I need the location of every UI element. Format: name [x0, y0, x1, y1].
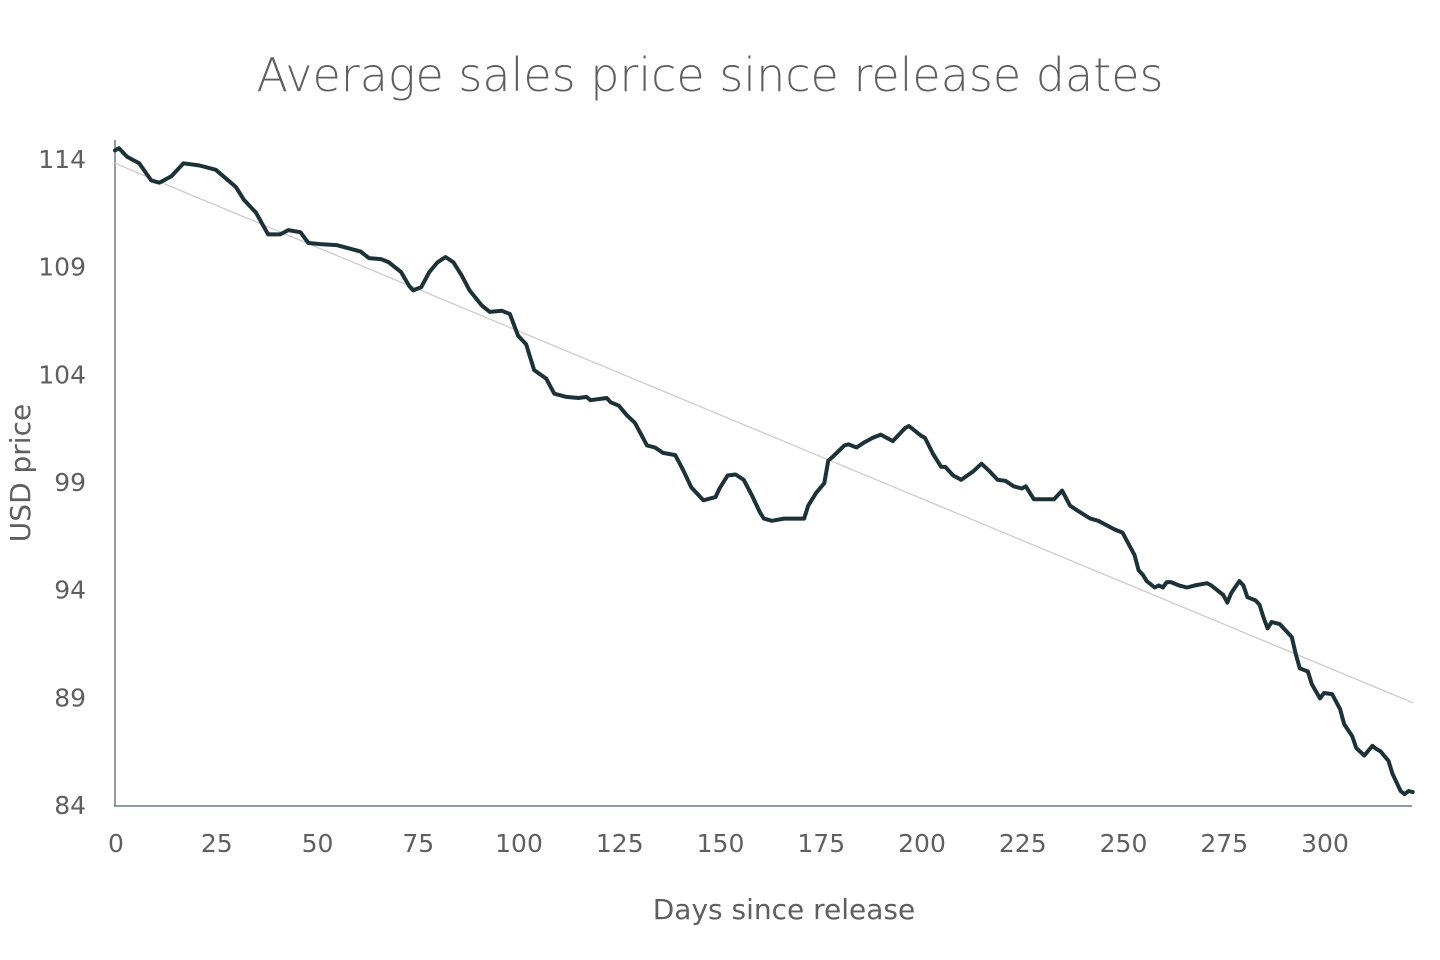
x-tick-label: 250	[1100, 829, 1148, 858]
x-tick-label: 50	[302, 829, 334, 858]
x-axis-ticks: 0 25 50 75 100 125 150 175 200 225 250 275 300	[108, 829, 1349, 858]
y-tick-label: 114	[38, 145, 86, 174]
chart-title: Average sales price since release dates	[256, 48, 1163, 102]
x-tick-label: 300	[1301, 829, 1349, 858]
price-series-line	[113, 146, 1415, 797]
y-axis-label: USD price	[4, 404, 37, 542]
x-tick-label: 275	[1200, 829, 1248, 858]
y-tick-label: 89	[54, 683, 86, 712]
x-tick-label: 150	[697, 829, 745, 858]
y-tick-label: 109	[38, 253, 86, 282]
x-tick-label: 75	[402, 829, 434, 858]
x-tick-label: 100	[495, 829, 543, 858]
x-tick-label: 200	[898, 829, 946, 858]
x-axis-label: Days since release	[653, 893, 916, 926]
series-layer	[113, 146, 1415, 797]
y-tick-label: 94	[54, 576, 86, 605]
y-tick-label: 104	[38, 360, 86, 389]
y-tick-label: 84	[54, 791, 86, 820]
x-tick-label: 25	[201, 829, 233, 858]
x-tick-label: 0	[108, 829, 124, 858]
y-tick-label: 99	[54, 468, 86, 497]
x-tick-label: 225	[999, 829, 1047, 858]
y-axis-ticks: 84 89 94 99 104 109 114	[38, 145, 86, 820]
x-tick-label: 175	[797, 829, 845, 858]
line-chart: Average sales price since release dates …	[4, 48, 1415, 926]
x-tick-label: 125	[596, 829, 644, 858]
